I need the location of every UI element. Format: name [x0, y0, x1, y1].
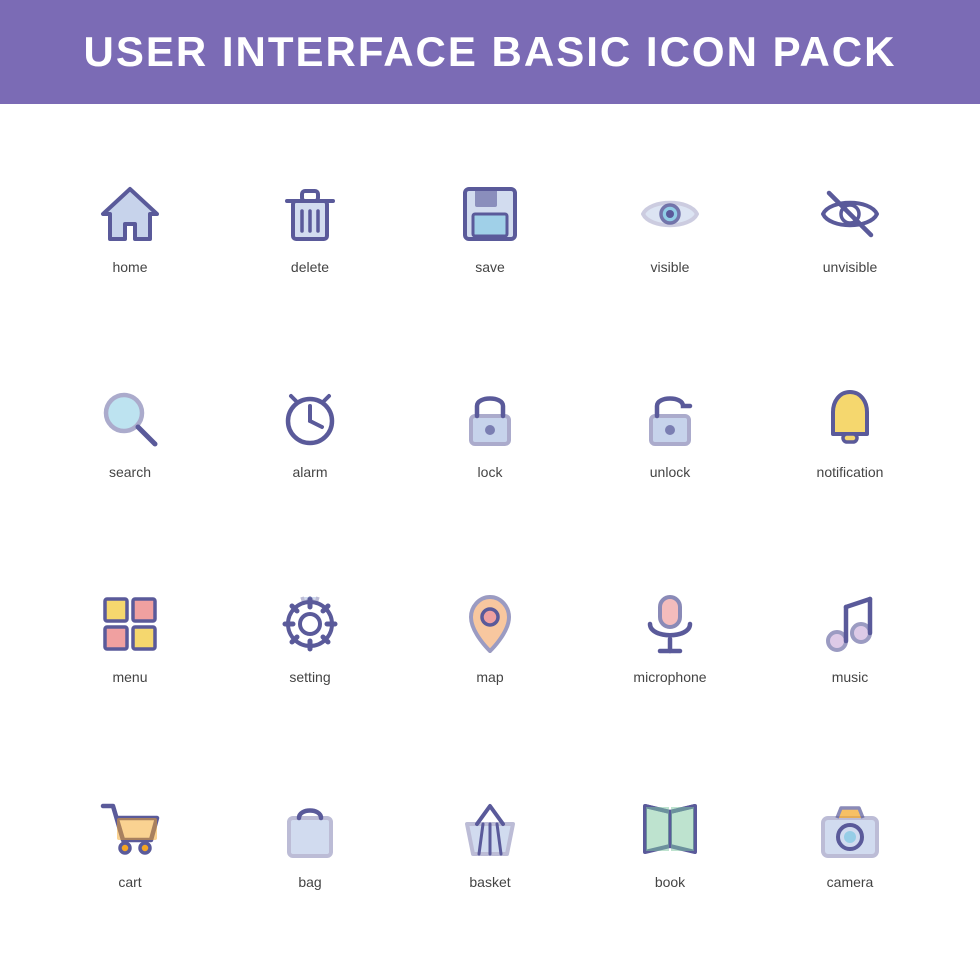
visible-icon [635, 179, 705, 249]
icon-item-microphone: microphone [580, 534, 760, 739]
icon-item-map: map [400, 534, 580, 739]
book-label: book [655, 874, 685, 890]
save-label: save [475, 259, 505, 275]
alarm-icon [275, 384, 345, 454]
icon-item-bag: bag [220, 739, 400, 944]
unvisible-label: unvisible [823, 259, 877, 275]
icon-item-unvisible: unvisible [760, 124, 940, 329]
cart-label: cart [118, 874, 141, 890]
icon-item-music: music [760, 534, 940, 739]
search-icon [95, 384, 165, 454]
camera-icon [815, 794, 885, 864]
basket-label: basket [469, 874, 510, 890]
icon-item-menu: menu [40, 534, 220, 739]
delete-icon [275, 179, 345, 249]
header: USER INTERFACE BASIC ICON PACK [0, 0, 980, 104]
lock-label: lock [478, 464, 503, 480]
delete-label: delete [291, 259, 329, 275]
music-icon [815, 589, 885, 659]
cart-icon [95, 794, 165, 864]
icon-item-cart: cart [40, 739, 220, 944]
save-icon [455, 179, 525, 249]
header-title: USER INTERFACE BASIC ICON PACK [84, 28, 897, 75]
icon-item-book: book [580, 739, 760, 944]
icon-item-camera: camera [760, 739, 940, 944]
icon-item-visible: visible [580, 124, 760, 329]
bag-icon [275, 794, 345, 864]
icon-item-lock: lock [400, 329, 580, 534]
icon-item-delete: delete [220, 124, 400, 329]
icon-item-search: search [40, 329, 220, 534]
map-icon [455, 589, 525, 659]
icon-item-setting: setting [220, 534, 400, 739]
icon-item-alarm: alarm [220, 329, 400, 534]
bag-label: bag [298, 874, 321, 890]
search-label: search [109, 464, 151, 480]
icon-grid: home delete save visibl [0, 104, 980, 964]
menu-icon [95, 589, 165, 659]
icon-item-save: save [400, 124, 580, 329]
camera-label: camera [827, 874, 874, 890]
unlock-icon [635, 384, 705, 454]
unvisible-icon [815, 179, 885, 249]
microphone-icon [635, 589, 705, 659]
notification-icon [815, 384, 885, 454]
visible-label: visible [651, 259, 690, 275]
home-label: home [112, 259, 147, 275]
notification-label: notification [817, 464, 884, 480]
basket-icon [455, 794, 525, 864]
icon-item-unlock: unlock [580, 329, 760, 534]
icon-item-notification: notification [760, 329, 940, 534]
setting-label: setting [289, 669, 330, 685]
setting-icon [275, 589, 345, 659]
icon-item-home: home [40, 124, 220, 329]
music-label: music [832, 669, 869, 685]
menu-label: menu [112, 669, 147, 685]
unlock-label: unlock [650, 464, 690, 480]
map-label: map [476, 669, 503, 685]
microphone-label: microphone [633, 669, 706, 685]
home-icon [95, 179, 165, 249]
alarm-label: alarm [292, 464, 327, 480]
book-icon [635, 794, 705, 864]
icon-item-basket: basket [400, 739, 580, 944]
lock-icon [455, 384, 525, 454]
